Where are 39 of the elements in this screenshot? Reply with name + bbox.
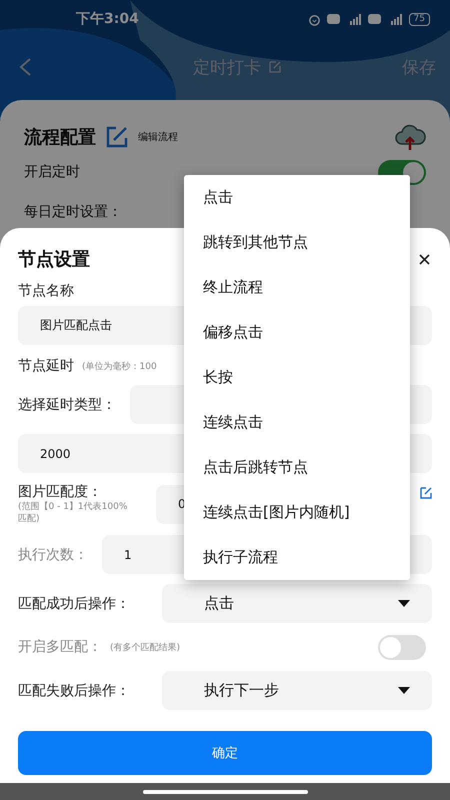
menu-item[interactable]: 连续点击 <box>184 400 410 445</box>
field-hint: (有多个匹配结果) <box>110 642 180 654</box>
field-label: 开启多匹配： <box>18 638 102 656</box>
setting-label: 开启定时 <box>24 163 80 181</box>
close-icon[interactable] <box>419 254 430 264</box>
menu-item[interactable]: 跳转到其他节点 <box>184 220 410 265</box>
battery-level: 75 <box>408 12 430 26</box>
edit-flow-link[interactable]: 编辑流程 <box>138 130 178 144</box>
field-label: 选择延时类型： <box>18 396 116 414</box>
menu-item[interactable]: 点击后跳转节点 <box>184 445 410 490</box>
field-label: 匹配成功后操作： <box>18 594 131 612</box>
edit-icon[interactable] <box>420 487 432 499</box>
dropdown[interactable]: 执行下一步 <box>162 671 432 710</box>
dropdown[interactable]: 点击 <box>162 584 432 623</box>
page-title: 定时打卡 <box>193 56 261 78</box>
field-label: 图片匹配度： <box>18 483 102 501</box>
edit-icon[interactable] <box>106 126 128 148</box>
field-label: 执行次数： <box>18 546 88 564</box>
status-time: 下午3:04 <box>76 10 139 28</box>
field-label: 匹配失败后操作： <box>18 682 131 700</box>
sheet-title: 节点设置 <box>18 248 90 271</box>
caret-icon <box>398 687 410 694</box>
menu-item[interactable]: 执行子流程 <box>184 535 410 580</box>
menu-item[interactable]: 偏移点击 <box>184 310 410 355</box>
home-indicator[interactable] <box>142 790 308 794</box>
caret-icon <box>398 600 410 607</box>
section-title: 流程配置 <box>24 126 96 149</box>
field-label: 节点名称 <box>18 282 74 300</box>
menu-item[interactable]: 长按 <box>184 355 410 400</box>
setting-label: 每日定时设置： <box>24 203 122 221</box>
alarm-icon <box>308 12 321 26</box>
menu-item[interactable]: 连续点击[图片内随机] <box>184 490 410 535</box>
confirm-button[interactable]: 确定 <box>18 731 432 775</box>
cloud-upload-icon[interactable] <box>394 124 426 150</box>
menu-item[interactable]: 终止流程 <box>184 265 410 310</box>
field-hint: (单位为毫秒：100 <box>82 360 157 372</box>
menu-item[interactable]: 点击 <box>184 175 410 220</box>
field-hint: (范围【0 - 1】1代表100%匹配) <box>18 501 128 525</box>
field-label: 节点延时 <box>18 357 74 375</box>
